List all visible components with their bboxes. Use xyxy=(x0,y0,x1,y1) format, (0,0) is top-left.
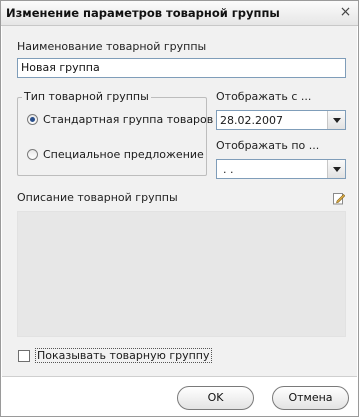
chevron-down-icon[interactable] xyxy=(327,160,345,178)
display-from-label: Отображать с ... xyxy=(216,90,312,103)
dialog-title: Изменение параметров товарной группы xyxy=(6,6,280,20)
show-group-label: Показывать товарную группу xyxy=(35,348,212,363)
description-label: Описание товарной группы xyxy=(17,191,178,204)
type-group-legend: Тип товарной группы xyxy=(22,90,151,103)
display-to-combo[interactable]: . . xyxy=(216,159,346,179)
show-group-checkbox-row[interactable]: Показывать товарную группу xyxy=(18,348,212,363)
radio-special-label: Специальное предложение xyxy=(43,148,204,161)
dialog-body: Наименование товарной группы Новая групп… xyxy=(2,26,357,376)
cancel-button[interactable]: Отмена xyxy=(272,386,349,410)
description-textarea[interactable] xyxy=(17,211,346,337)
radio-standard-label: Стандартная группа товаров xyxy=(43,113,214,126)
title-bar[interactable]: Изменение параметров товарной группы × xyxy=(1,1,358,26)
dialog-window: Изменение параметров товарной группы × Н… xyxy=(0,0,359,417)
radio-checked-icon[interactable] xyxy=(27,114,38,125)
chevron-down-icon[interactable] xyxy=(327,111,345,129)
radio-standard-group[interactable]: Стандартная группа товаров xyxy=(27,113,213,126)
ok-button[interactable]: OK xyxy=(177,386,254,410)
display-from-combo[interactable]: 28.02.2007 xyxy=(216,110,346,130)
footer-divider xyxy=(2,376,357,377)
name-field-label: Наименование товарной группы xyxy=(17,40,207,53)
close-icon[interactable]: × xyxy=(338,5,353,20)
show-group-checkbox[interactable] xyxy=(18,349,30,362)
display-to-value: . . xyxy=(223,163,234,176)
name-field-input[interactable]: Новая группа xyxy=(17,58,346,78)
radio-special-offer[interactable]: Специальное предложение xyxy=(27,148,204,161)
radio-unchecked-icon[interactable] xyxy=(27,149,38,160)
edit-pencil-icon[interactable] xyxy=(333,192,345,205)
display-to-label: Отображать по ... xyxy=(216,139,320,152)
display-from-value: 28.02.2007 xyxy=(220,114,283,127)
type-group-box: Тип товарной группы Стандартная группа т… xyxy=(17,90,213,176)
